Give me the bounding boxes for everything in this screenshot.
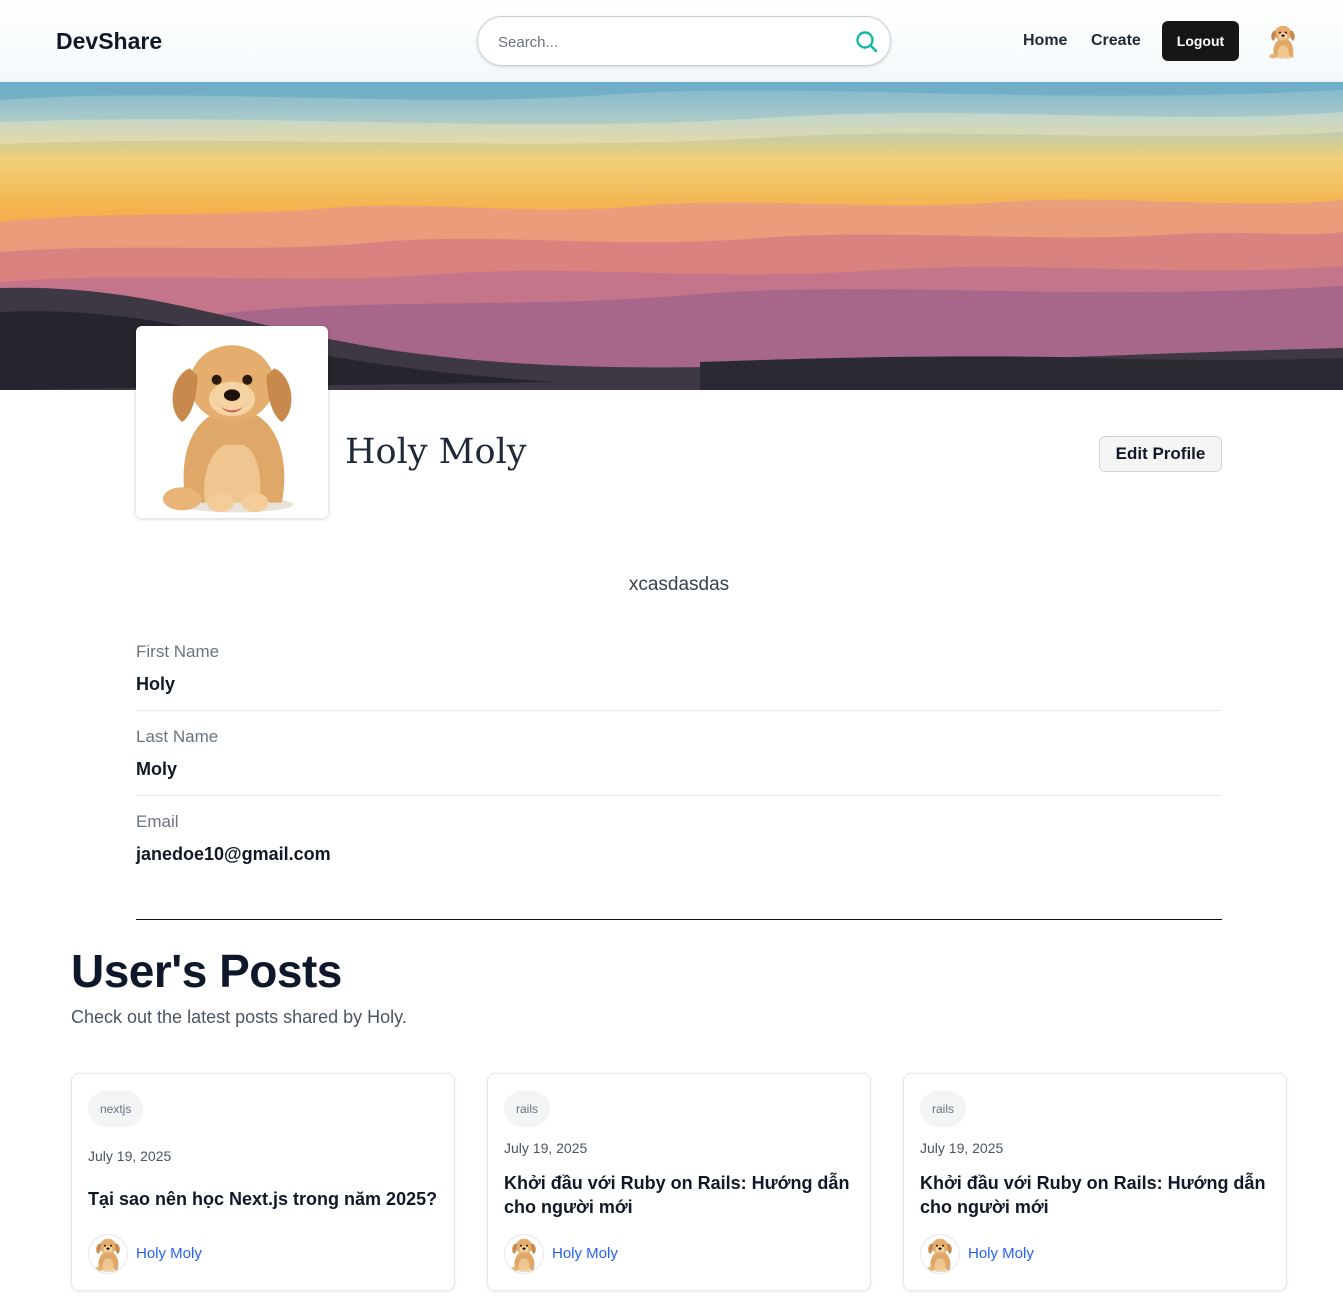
field-label: Email bbox=[136, 812, 179, 831]
post-title[interactable]: Khởi đầu với Ruby on Rails: Hướng dẫn ch… bbox=[504, 1171, 854, 1219]
search-icon[interactable] bbox=[854, 29, 880, 55]
field-value: Holy bbox=[136, 674, 176, 694]
post-title[interactable]: Khởi đầu với Ruby on Rails: Hướng dẫn ch… bbox=[920, 1171, 1270, 1219]
field-value: Moly bbox=[136, 759, 178, 779]
field-last-name: Last Name Moly bbox=[136, 727, 1222, 780]
author-name-link[interactable]: Holy Moly bbox=[552, 1245, 618, 1262]
profile-avatar-image bbox=[136, 326, 328, 518]
post-card[interactable]: rails July 19, 2025 Khởi đầu với Ruby on… bbox=[903, 1073, 1287, 1291]
search-input[interactable] bbox=[498, 30, 828, 54]
author-avatar bbox=[504, 1234, 544, 1274]
field-first-name: First Name Holy bbox=[136, 642, 1222, 695]
post-tag[interactable]: nextjs bbox=[88, 1091, 144, 1127]
nav-home-link[interactable]: Home bbox=[1023, 32, 1067, 50]
author-name-link[interactable]: Holy Moly bbox=[968, 1245, 1034, 1262]
post-card[interactable]: nextjs July 19, 2025 Tại sao nên học Nex… bbox=[71, 1073, 455, 1291]
logout-button[interactable]: Logout bbox=[1162, 21, 1239, 61]
app-logo[interactable]: DevShare bbox=[56, 28, 162, 55]
profile-bio: xcasdasdas bbox=[628, 574, 730, 595]
post-card[interactable]: rails July 19, 2025 Khởi đầu với Ruby on… bbox=[487, 1073, 871, 1291]
field-email: Email janedoe10@gmail.com bbox=[136, 812, 1222, 865]
author-name-link[interactable]: Holy Moly bbox=[136, 1245, 202, 1262]
post-date: July 19, 2025 bbox=[504, 1140, 588, 1156]
post-title[interactable]: Tại sao nên học Next.js trong năm 2025? bbox=[88, 1187, 438, 1211]
divider bbox=[136, 710, 1222, 711]
field-value: janedoe10@gmail.com bbox=[136, 844, 331, 864]
post-tag[interactable]: rails bbox=[504, 1091, 551, 1127]
post-tag[interactable]: rails bbox=[920, 1091, 967, 1127]
section-divider bbox=[136, 919, 1222, 920]
posts-heading: User's Posts bbox=[71, 945, 342, 997]
nav-create-link[interactable]: Create bbox=[1091, 32, 1141, 50]
user-avatar[interactable] bbox=[1264, 21, 1302, 61]
post-date: July 19, 2025 bbox=[88, 1148, 172, 1164]
post-date: July 19, 2025 bbox=[920, 1140, 1004, 1156]
author-avatar bbox=[88, 1234, 128, 1274]
divider bbox=[136, 795, 1222, 796]
edit-profile-button[interactable]: Edit Profile bbox=[1099, 436, 1222, 472]
author-avatar bbox=[920, 1234, 960, 1274]
posts-subtitle: Check out the latest posts shared by Hol… bbox=[71, 1007, 407, 1027]
field-label: First Name bbox=[136, 642, 220, 661]
search-bar bbox=[477, 16, 891, 66]
profile-name: Holy Moly bbox=[345, 432, 527, 472]
field-label: Last Name bbox=[136, 727, 219, 746]
top-navbar: DevShare Home Create Logout bbox=[0, 0, 1343, 82]
